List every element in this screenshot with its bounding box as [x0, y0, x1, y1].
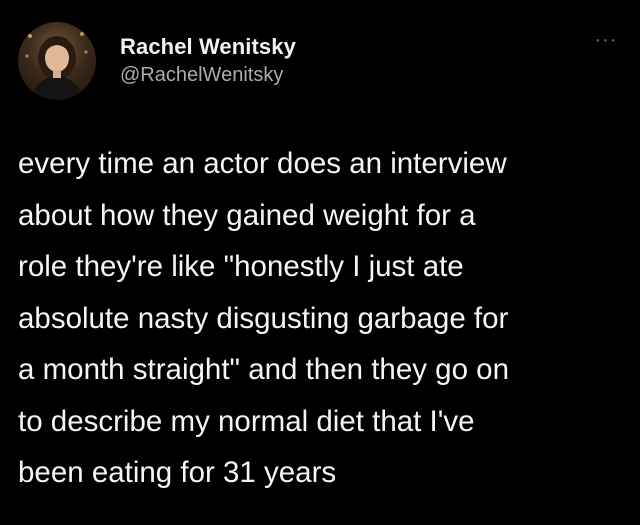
tweet-text: every time an actor does an interview ab…	[18, 147, 509, 489]
more-dots-icon[interactable]: ···	[592, 30, 620, 50]
author-avatar[interactable]	[18, 22, 96, 100]
tweet-card: Rachel Wenitsky @RachelWenitsky ··· ever…	[0, 0, 640, 525]
author-handle[interactable]: @RachelWenitsky	[120, 64, 283, 87]
author-name[interactable]: Rachel Wenitsky	[120, 34, 296, 60]
avatar-portrait-icon	[25, 32, 88, 100]
